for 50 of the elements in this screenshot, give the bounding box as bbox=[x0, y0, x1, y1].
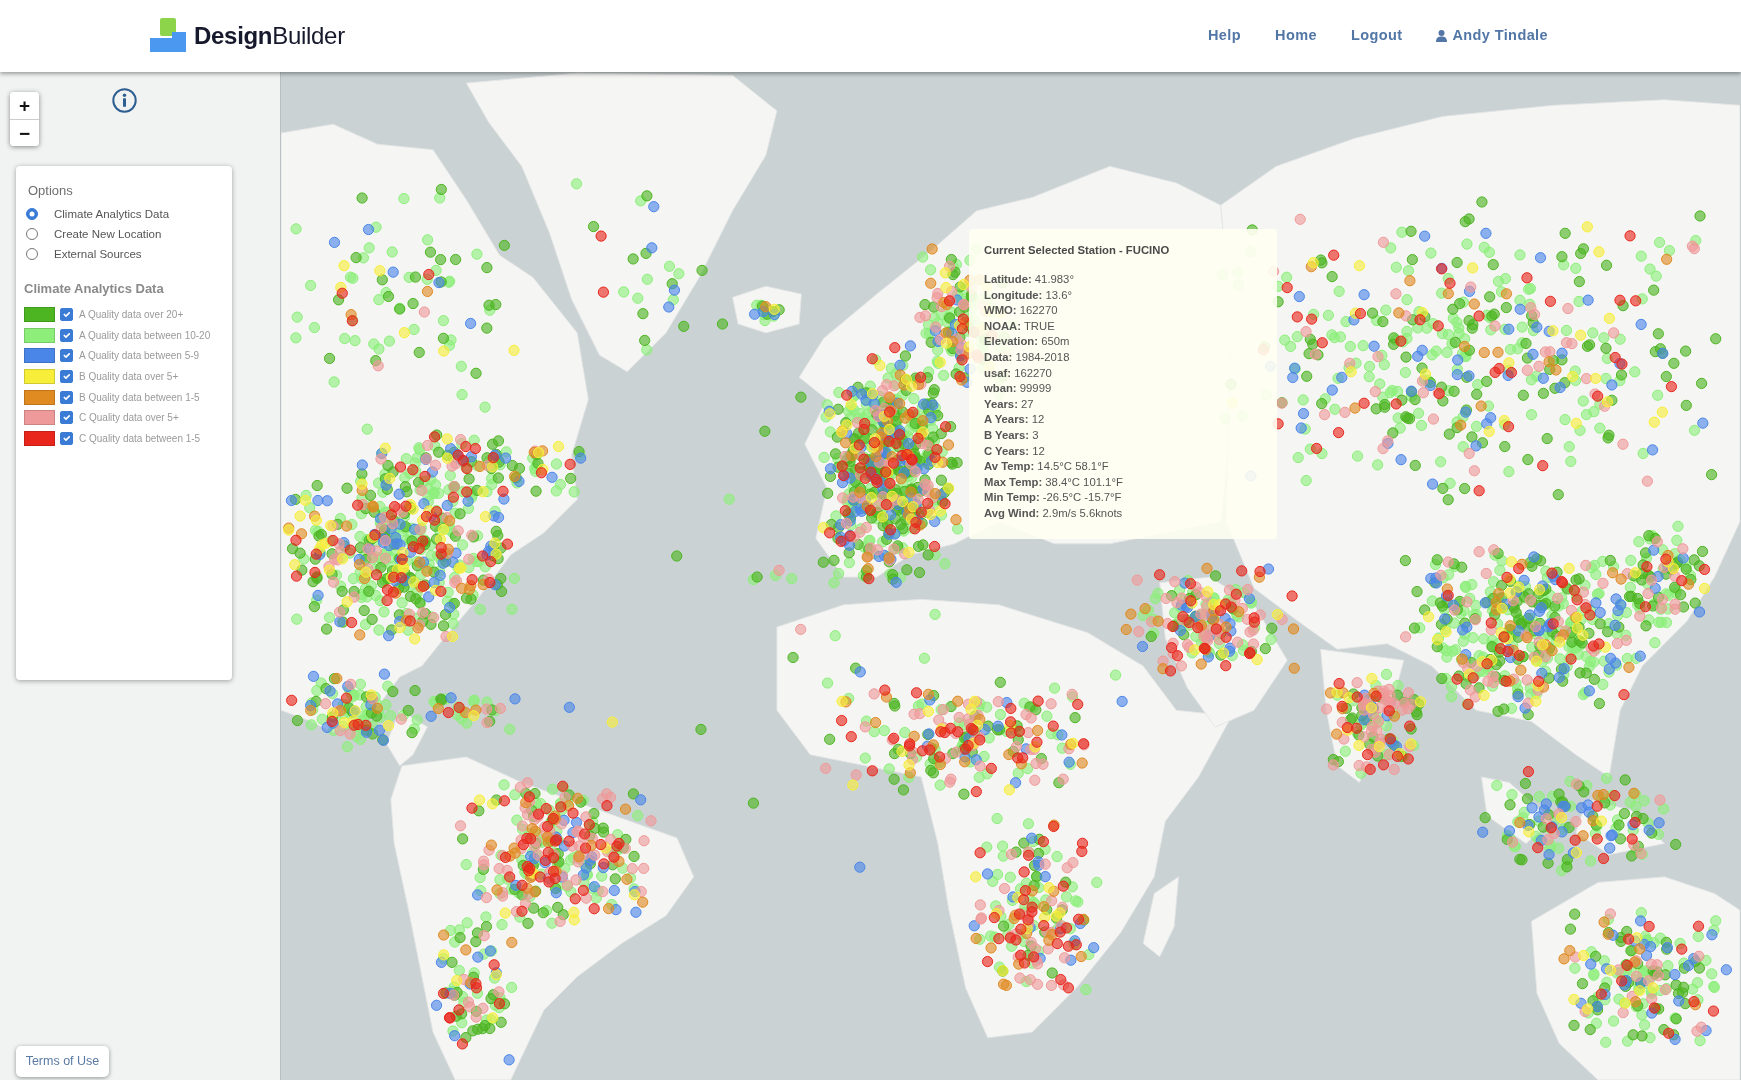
legend-label: A Quality data between 5-9 bbox=[79, 349, 200, 363]
radio-button[interactable] bbox=[26, 208, 38, 220]
legend-label: A Quality data over 20+ bbox=[79, 307, 184, 321]
checkbox[interactable] bbox=[60, 307, 73, 321]
checkbox[interactable] bbox=[60, 369, 73, 383]
station-field-text: Data: 1984-2018 bbox=[984, 349, 1071, 365]
station-field-text: NOAA: TRUE bbox=[984, 318, 1056, 334]
station-field-text: Avg Wind: 2.9m/s 5.6knots bbox=[984, 505, 1124, 521]
logo-link[interactable]: DesignBuilder bbox=[148, 18, 345, 54]
terms-of-use-button[interactable]: Terms of Use bbox=[16, 1046, 109, 1077]
nav-link[interactable]: Home bbox=[1275, 21, 1317, 51]
radio-button[interactable] bbox=[26, 228, 38, 240]
zoom-out-button[interactable]: − bbox=[10, 119, 39, 146]
zoom-in-button[interactable]: + bbox=[10, 92, 39, 119]
nav-link[interactable]: Logout bbox=[1350, 21, 1403, 51]
checkbox[interactable] bbox=[60, 349, 73, 363]
station-field-text: usaf: 162270 bbox=[984, 365, 1053, 381]
station-field-text: Min Temp: -26.5°C -15.7°F bbox=[984, 490, 1123, 506]
station-field-text: A Years: 12 bbox=[984, 412, 1046, 428]
logo-icon bbox=[148, 18, 188, 54]
legend-label: B Quality data over 5+ bbox=[79, 369, 179, 383]
option-label[interactable]: Climate Analytics Data bbox=[54, 207, 170, 221]
user-icon bbox=[1436, 30, 1448, 42]
user-menu-link[interactable]: Andy Tindale bbox=[1436, 21, 1548, 51]
station-field-text: Latitude: 41.983° bbox=[984, 272, 1075, 287]
checkbox[interactable] bbox=[60, 431, 73, 445]
checkbox[interactable] bbox=[60, 328, 73, 342]
info-icon[interactable] bbox=[112, 88, 137, 113]
options-title: Options bbox=[28, 182, 74, 200]
station-title: Current Selected Station - FUCINO bbox=[984, 243, 1171, 258]
option-label[interactable]: Create New Location bbox=[54, 227, 162, 241]
nav-link[interactable]: Help bbox=[1208, 21, 1241, 51]
legend-label: A Quality data between 10-20 bbox=[79, 328, 211, 342]
option-label[interactable]: External Sources bbox=[54, 247, 142, 261]
station-field-text: Years: 27 bbox=[984, 396, 1035, 412]
checkbox[interactable] bbox=[60, 411, 73, 425]
legend-title: Climate Analytics Data bbox=[24, 280, 165, 298]
station-field-text: B Years: 3 bbox=[984, 427, 1040, 443]
station-field-text: WMO: 162270 bbox=[984, 303, 1059, 319]
station-field-text: Elevation: 650m bbox=[984, 334, 1071, 350]
station-field-text: wban: 99999 bbox=[984, 381, 1053, 397]
station-field-text: Av Temp: 14.5°C 58.1°F bbox=[984, 459, 1110, 475]
radio-button[interactable] bbox=[26, 248, 38, 260]
station-field-text: Longitude: 13.6° bbox=[984, 287, 1073, 303]
station-field-text: Max Temp: 38.4°C 101.1°F bbox=[984, 474, 1124, 490]
checkbox[interactable] bbox=[60, 390, 73, 404]
legend-label: B Quality data between 1-5 bbox=[79, 390, 200, 404]
legend-label: C Quality data over 5+ bbox=[79, 411, 179, 425]
legend-label: C Quality data between 1-5 bbox=[79, 431, 201, 445]
station-field-text: C Years: 12 bbox=[984, 443, 1046, 459]
